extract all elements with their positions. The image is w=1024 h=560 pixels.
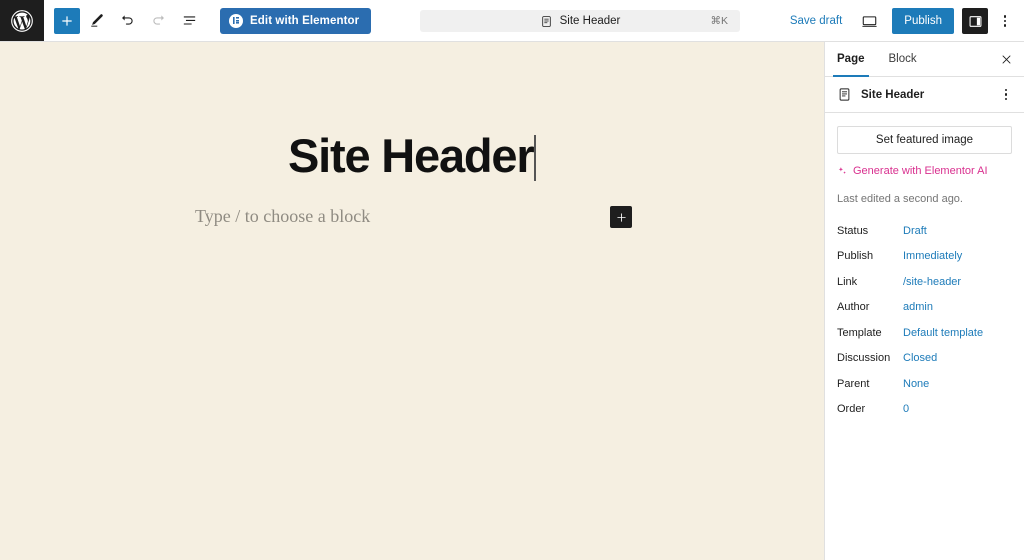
status-row-template: Template Default template	[837, 320, 1012, 346]
page-document-icon	[839, 88, 850, 101]
editor-toolbar: Edit with Elementor Site Header ⌘K Save …	[0, 0, 1024, 42]
publish-button[interactable]: Publish	[892, 8, 954, 34]
undo-icon	[121, 15, 133, 25]
status-value-link[interactable]: /site-header	[903, 276, 961, 288]
tools-pencil-button[interactable]	[81, 6, 111, 36]
status-value-order[interactable]: 0	[903, 403, 909, 415]
settings-sidebar-toggle[interactable]	[962, 8, 988, 34]
add-block-button[interactable]	[54, 7, 80, 34]
discussion-label: Discussion	[837, 352, 891, 365]
status-row-discussion: Discussion Closed	[837, 346, 1012, 372]
undo-button[interactable]	[112, 6, 142, 36]
document-overview-button[interactable]	[174, 6, 204, 36]
publish-label: Publish	[837, 250, 874, 263]
redo-icon	[152, 15, 164, 25]
page-document-icon	[541, 15, 551, 27]
status-value-author[interactable]: admin	[903, 301, 933, 313]
status-row-status: Status Draft	[837, 218, 1012, 244]
page-settings-panel: Set featured image Generate with Element…	[825, 113, 1024, 422]
set-featured-image-button[interactable]: Set featured image	[837, 126, 1012, 154]
status-value-status[interactable]: Draft	[903, 225, 927, 237]
wordpress-block-editor: Edit with Elementor Site Header ⌘K Save …	[0, 0, 1024, 560]
template-label: Template	[837, 326, 882, 339]
elementor-logo-icon	[229, 13, 243, 28]
command-bar-shortcut: ⌘K	[710, 15, 728, 27]
status-value-template[interactable]: Default template	[903, 327, 983, 339]
sidebar-tabs: Page Block	[825, 42, 1024, 77]
tab-block[interactable]: Block	[877, 42, 929, 76]
wordpress-logo-button[interactable]	[0, 0, 44, 41]
document-actions-button[interactable]	[996, 83, 1016, 107]
post-title-text: Site Header	[288, 129, 535, 182]
post-title[interactable]: Site Header	[0, 130, 824, 182]
status-value-publish[interactable]: Immediately	[903, 250, 962, 262]
edit-with-elementor-label: Edit with Elementor	[250, 14, 360, 27]
status-row-order: Order 0	[837, 397, 1012, 423]
settings-sidebar: Page Block Site Header Set featured imag…	[824, 42, 1024, 560]
elementor-ai-label: Generate with Elementor AI	[853, 165, 988, 177]
toolbar-right-group: Save draft Publish	[782, 0, 1018, 42]
wordpress-logo-icon	[11, 9, 33, 32]
vertical-dots-icon	[1004, 88, 1008, 101]
save-draft-button[interactable]: Save draft	[782, 11, 850, 31]
block-inserter-button[interactable]	[610, 206, 632, 228]
plus-icon	[616, 212, 626, 222]
status-row-parent: Parent None	[837, 371, 1012, 397]
desktop-preview-icon	[862, 15, 877, 27]
status-row-author: Author admin	[837, 295, 1012, 321]
status-value-parent[interactable]: None	[903, 378, 929, 390]
edit-with-elementor-button[interactable]: Edit with Elementor	[220, 7, 372, 34]
status-label: Status	[837, 224, 869, 237]
preview-button[interactable]	[854, 6, 884, 36]
document-summary-row[interactable]: Site Header	[825, 77, 1024, 113]
status-value-discussion[interactable]: Closed	[903, 352, 937, 364]
post-status-list: Status Draft Publish Immediately Link /s…	[837, 218, 1012, 422]
editor-body: Site Header Type / to choose a block Pag…	[0, 42, 1024, 560]
redo-button[interactable]	[143, 6, 173, 36]
command-bar-title: Site Header	[559, 15, 621, 27]
status-row-link: Link /site-header	[837, 269, 1012, 295]
parent-label: Parent	[837, 377, 870, 390]
sparkle-icon	[838, 166, 846, 174]
document-title: Site Header	[861, 88, 925, 101]
block-placeholder-text[interactable]: Type / to choose a block	[195, 206, 370, 227]
close-icon	[1002, 55, 1010, 63]
plus-icon	[62, 15, 72, 26]
editor-canvas[interactable]: Site Header Type / to choose a block	[0, 42, 824, 560]
command-bar[interactable]: Site Header ⌘K	[420, 10, 740, 32]
last-edited-text: Last edited a second ago.	[837, 193, 963, 205]
vertical-dots-icon	[1003, 15, 1007, 27]
close-sidebar-button[interactable]	[994, 47, 1018, 71]
status-row-publish: Publish Immediately	[837, 244, 1012, 270]
tab-page[interactable]: Page	[825, 42, 877, 77]
order-label: Order	[837, 403, 866, 416]
sidebar-panel-icon	[969, 15, 981, 27]
list-view-icon	[183, 16, 195, 25]
author-label: Author	[837, 301, 870, 314]
text-cursor	[534, 135, 536, 181]
options-menu-button[interactable]	[992, 6, 1018, 36]
link-label: Link	[837, 275, 858, 288]
toolbar-tools-group	[54, 6, 204, 36]
generate-with-elementor-ai-link[interactable]: Generate with Elementor AI	[837, 165, 988, 177]
pencil-icon	[90, 14, 103, 27]
